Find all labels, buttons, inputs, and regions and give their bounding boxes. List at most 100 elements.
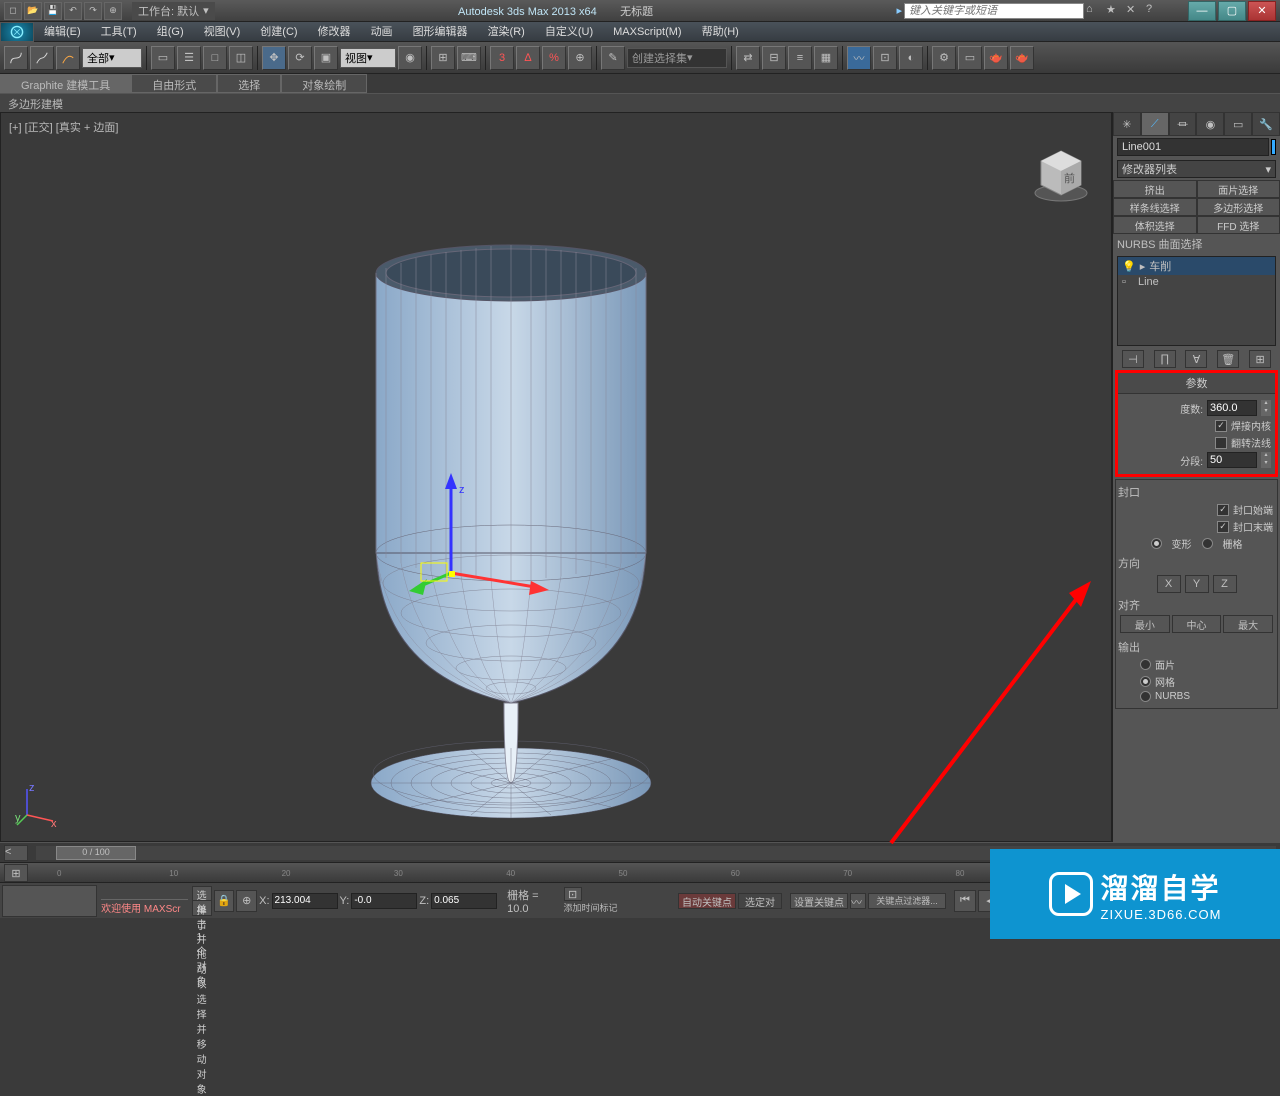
weld-core-checkbox[interactable]: ✓ (1215, 420, 1227, 432)
search-input[interactable] (904, 3, 1084, 19)
output-patch-radio[interactable] (1140, 659, 1151, 670)
edit-named-sel-icon[interactable]: ✎ (601, 46, 625, 70)
mod-ffd-sel-button[interactable]: FFD 选择 (1197, 216, 1280, 234)
render-iterative-icon[interactable]: 🫖 (1010, 46, 1034, 70)
trackbar-toggle-icon[interactable]: ⊞ (4, 864, 28, 882)
viewport[interactable]: [+] [正交] [真实 + 边面] (0, 112, 1112, 842)
tab-utilities-icon[interactable]: 🔧 (1252, 112, 1280, 136)
rollout-parameters-header[interactable]: 参数 (1118, 373, 1275, 394)
schematic-view-icon[interactable]: ⊡ (873, 46, 897, 70)
timeline-expand-icon[interactable]: < (4, 845, 28, 861)
object-color-swatch[interactable] (1271, 139, 1276, 155)
menu-maxscript[interactable]: MAXScript(M) (603, 22, 691, 42)
use-pivot-icon[interactable]: ◉ (398, 46, 422, 70)
menu-create[interactable]: 创建(C) (250, 22, 307, 42)
ref-coord-dropdown[interactable]: 视图 ▾ (340, 48, 396, 68)
tab-graphite[interactable]: Graphite 建模工具 (0, 74, 131, 93)
y-coord-field[interactable]: -0.0 (351, 893, 417, 909)
ribbon-panel-label[interactable]: 多边形建模 (0, 94, 1280, 112)
select-rotate-icon[interactable]: ⟳ (288, 46, 312, 70)
key-filters-button[interactable]: 关键点过滤器... (868, 893, 946, 909)
tab-object-paint[interactable]: 对象绘制 (281, 74, 367, 93)
render-setup-icon[interactable]: ⚙ (932, 46, 956, 70)
segments-spinner[interactable]: 50 (1207, 452, 1257, 468)
axis-y-button[interactable]: Y (1185, 575, 1209, 593)
remove-modifier-icon[interactable]: 🗑 (1217, 350, 1239, 368)
flip-normals-checkbox[interactable] (1215, 437, 1227, 449)
tab-motion-icon[interactable]: ◉ (1196, 112, 1224, 136)
render-frame-icon[interactable]: ▭ (958, 46, 982, 70)
infocenter-icon[interactable]: ⌂ (1086, 3, 1104, 19)
new-icon[interactable]: ◻ (4, 2, 22, 20)
percent-snap-icon[interactable]: % (542, 46, 566, 70)
tab-modify-icon[interactable]: ⟋ (1141, 112, 1169, 136)
align-max-button[interactable]: 最大 (1223, 615, 1273, 633)
named-selection-dropdown[interactable]: 创建选择集 ▾ (627, 48, 727, 68)
abs-rel-icon[interactable]: ⊕ (236, 890, 257, 912)
menu-animation[interactable]: 动画 (361, 22, 403, 42)
tab-hierarchy-icon[interactable]: ⏛ (1169, 112, 1197, 136)
menu-help[interactable]: 帮助(H) (692, 22, 749, 42)
maximize-button[interactable]: ▢ (1218, 1, 1246, 21)
rect-region-icon[interactable]: □ (203, 46, 227, 70)
comm-center-icon[interactable]: ⊡ (564, 887, 582, 901)
tab-selection[interactable]: 选择 (217, 74, 281, 93)
select-by-name-icon[interactable]: ☰ (177, 46, 201, 70)
exchange-icon[interactable]: ✕ (1126, 3, 1144, 19)
mod-nurbs-button[interactable]: NURBS 曲面选择 (1117, 236, 1276, 252)
open-icon[interactable]: 📂 (24, 2, 42, 20)
menu-modifiers[interactable]: 修改器 (308, 22, 361, 42)
window-crossing-icon[interactable]: ◫ (229, 46, 253, 70)
select-move-icon[interactable]: ✥ (262, 46, 286, 70)
graphite-icon[interactable]: ▦ (814, 46, 838, 70)
minimize-button[interactable]: — (1188, 1, 1216, 21)
menu-tools[interactable]: 工具(T) (91, 22, 147, 42)
setkey-button[interactable]: 设置关键点 (790, 893, 848, 909)
menu-graph-editors[interactable]: 图形编辑器 (403, 22, 478, 42)
help-icon[interactable]: ? (1146, 3, 1164, 19)
material-editor-icon[interactable]: ◐ (899, 46, 923, 70)
key-filters-icon[interactable]: 〰 (850, 893, 866, 909)
menu-edit[interactable]: 编辑(E) (34, 22, 91, 42)
modifier-list-dropdown[interactable]: 修改器列表▾ (1117, 160, 1276, 178)
goto-start-icon[interactable]: ⏮ (954, 890, 976, 912)
selected-keys-dropdown[interactable]: 选定对 (738, 893, 782, 909)
mod-spline-sel-button[interactable]: 样条线选择 (1113, 198, 1197, 216)
align-min-button[interactable]: 最小 (1120, 615, 1170, 633)
align-center-button[interactable]: 中心 (1172, 615, 1222, 633)
menu-customize[interactable]: 自定义(U) (535, 22, 603, 42)
infocenter-arrow-icon[interactable]: ▸ (896, 4, 902, 17)
link-icon[interactable]: ⊕ (104, 2, 122, 20)
pin-stack-icon[interactable]: ⊣ (1122, 350, 1144, 368)
mod-poly-sel-button[interactable]: 多边形选择 (1197, 198, 1280, 216)
undo-icon[interactable]: ↶ (64, 2, 82, 20)
stack-item-line[interactable]: ▫Line (1118, 275, 1275, 289)
mod-vol-sel-button[interactable]: 体积选择 (1113, 216, 1197, 234)
add-time-tag[interactable]: 添加时间标记 (564, 901, 670, 914)
mod-extrude-button[interactable]: 挤出 (1113, 180, 1197, 198)
z-coord-field[interactable]: 0.065 (431, 893, 497, 909)
output-nurbs-radio[interactable] (1140, 691, 1151, 702)
cap-end-checkbox[interactable]: ✓ (1217, 521, 1229, 533)
make-unique-icon[interactable]: ∀ (1185, 350, 1207, 368)
viewport-label[interactable]: [+] [正交] [真实 + 边面] (9, 119, 118, 135)
select-link-icon[interactable] (4, 46, 28, 70)
object-name-field[interactable] (1117, 138, 1269, 156)
degrees-spinner-buttons[interactable]: ▴▾ (1261, 400, 1271, 416)
viewcube-icon[interactable]: 前 (1031, 143, 1091, 203)
snap-toggle-icon[interactable]: 3 (490, 46, 514, 70)
mod-patch-sel-button[interactable]: 面片选择 (1197, 180, 1280, 198)
spinner-snap-icon[interactable]: ⊕ (568, 46, 592, 70)
tab-display-icon[interactable]: ▭ (1224, 112, 1252, 136)
segments-spinner-buttons[interactable]: ▴▾ (1261, 452, 1271, 468)
tab-create-icon[interactable]: ✳ (1113, 112, 1141, 136)
degrees-spinner[interactable]: 360.0 (1207, 400, 1257, 416)
select-object-icon[interactable]: ▭ (151, 46, 175, 70)
stack-item-lathe[interactable]: 💡▸车削 (1118, 257, 1275, 275)
keyboard-shortcuts-icon[interactable]: ⌨ (457, 46, 481, 70)
maxscript-listener[interactable]: 欢迎使用 MAXScr (101, 900, 188, 915)
angle-snap-icon[interactable]: ∆ (516, 46, 540, 70)
output-mesh-radio[interactable] (1140, 676, 1151, 687)
app-menu-icon[interactable] (0, 22, 34, 42)
select-scale-icon[interactable]: ▣ (314, 46, 338, 70)
